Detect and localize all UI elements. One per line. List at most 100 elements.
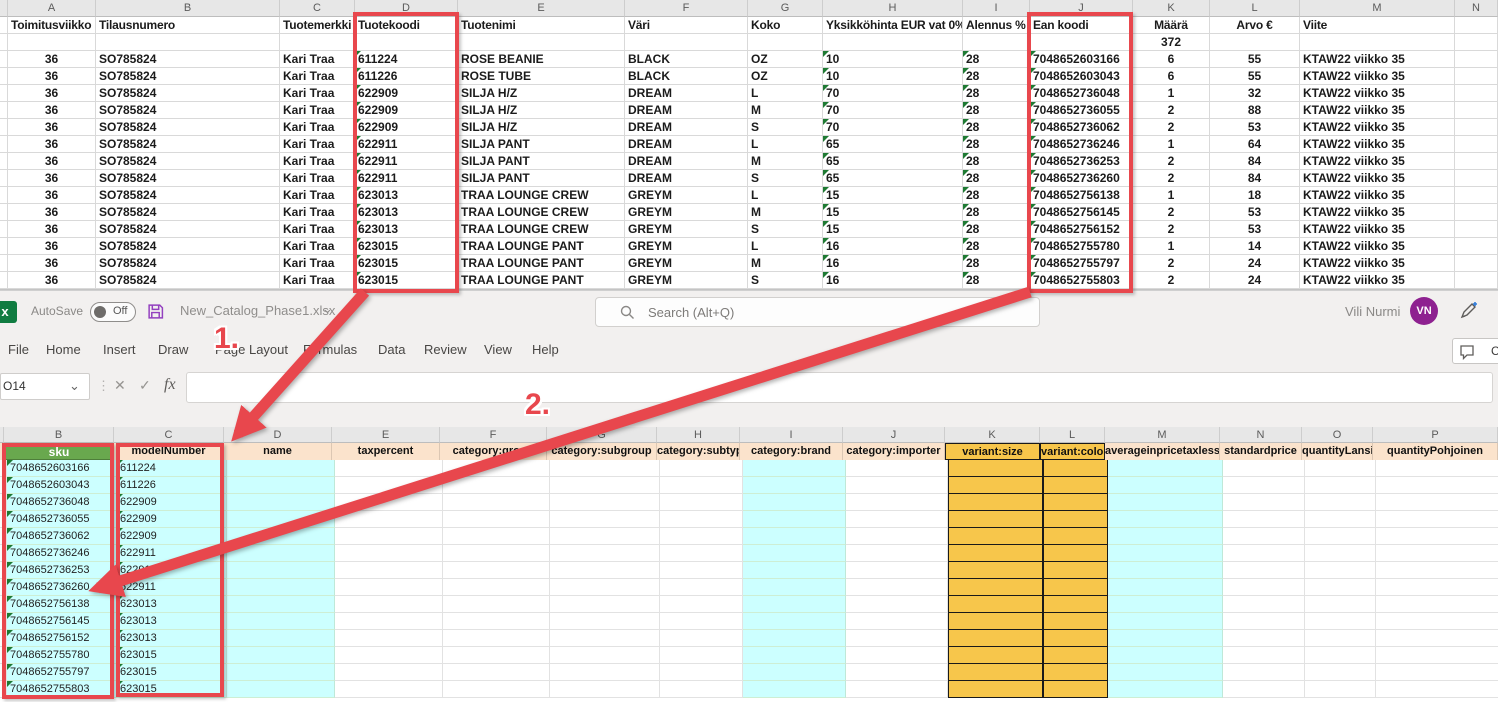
top-cell-G6[interactable]: L: [748, 85, 823, 102]
top-cell-I9[interactable]: 28: [963, 136, 1030, 153]
bottom-cell-O5[interactable]: [1305, 511, 1376, 528]
bottom-column-header-category-subgroup[interactable]: category:subgroup: [547, 443, 657, 460]
bottom-cell-P6[interactable]: [1376, 528, 1498, 545]
top-cell-J11[interactable]: 7048652736260: [1030, 170, 1133, 187]
top-cell-D17[interactable]: 623015: [355, 272, 458, 289]
top-column-header-Alennus %[interactable]: Alennus %: [963, 17, 1030, 34]
top-cell-K4[interactable]: 6: [1133, 51, 1210, 68]
bottom-cell[interactable]: [0, 494, 7, 511]
bottom-cell-G10[interactable]: [550, 596, 660, 613]
top-cell-B14[interactable]: SO785824: [96, 221, 280, 238]
top-cell-L14[interactable]: 53: [1210, 221, 1300, 238]
top-column-letter-J[interactable]: J: [1030, 0, 1133, 17]
bottom-cell-K4[interactable]: [948, 494, 1043, 511]
top-column-header-Tuotenimi[interactable]: Tuotenimi: [458, 17, 625, 34]
top-cell-N17[interactable]: [1455, 272, 1498, 289]
formula-input[interactable]: [186, 372, 1493, 403]
bottom-cell-O10[interactable]: [1305, 596, 1376, 613]
bottom-cell-I15[interactable]: [743, 681, 846, 698]
bottom-cell-N4[interactable]: [1223, 494, 1305, 511]
top-cell-G7[interactable]: M: [748, 102, 823, 119]
top-cell-C17[interactable]: Kari Traa: [280, 272, 355, 289]
bottom-cell-K9[interactable]: [948, 579, 1043, 596]
bottom-cell-L5[interactable]: [1043, 511, 1108, 528]
top-cell-D14[interactable]: 623013: [355, 221, 458, 238]
bottom-cell-H10[interactable]: [660, 596, 743, 613]
top-cell-N10[interactable]: [1455, 153, 1498, 170]
bottom-cell-P11[interactable]: [1376, 613, 1498, 630]
bottom-cell-O6[interactable]: [1305, 528, 1376, 545]
top-cell[interactable]: [0, 204, 8, 221]
bottom-cell-H3[interactable]: [660, 477, 743, 494]
top-cell-E4[interactable]: ROSE BEANIE: [458, 51, 625, 68]
bottom-cell-I7[interactable]: [743, 545, 846, 562]
top-cell-M9[interactable]: KTAW22 viikko 35: [1300, 136, 1455, 153]
menu-tab-draw[interactable]: Draw: [158, 342, 188, 357]
top-cell-N6[interactable]: [1455, 85, 1498, 102]
top-cell-K13[interactable]: 2: [1133, 204, 1210, 221]
bottom-cell-G7[interactable]: [550, 545, 660, 562]
top-cell-I6[interactable]: 28: [963, 85, 1030, 102]
bottom-cell-N5[interactable]: [1223, 511, 1305, 528]
bottom-cell-K15[interactable]: [948, 681, 1043, 698]
top-cell-H16[interactable]: 16: [823, 255, 963, 272]
bottom-cell-I8[interactable]: [743, 562, 846, 579]
top-cell-B7[interactable]: SO785824: [96, 102, 280, 119]
bottom-cell-F11[interactable]: [443, 613, 550, 630]
top-cell-G13[interactable]: M: [748, 204, 823, 221]
top-cell-L6[interactable]: 32: [1210, 85, 1300, 102]
top-cell-L17[interactable]: 24: [1210, 272, 1300, 289]
bottom-column-letter-M[interactable]: M: [1105, 427, 1220, 443]
bottom-cell-L12[interactable]: [1043, 630, 1108, 647]
top-column-header-Tilausnumero[interactable]: Tilausnumero: [96, 17, 280, 34]
bottom-cell-P9[interactable]: [1376, 579, 1498, 596]
bottom-column-header-variant-size[interactable]: variant:size: [945, 443, 1040, 460]
bottom-cell-D3[interactable]: [227, 477, 335, 494]
top-cell-L15[interactable]: 14: [1210, 238, 1300, 255]
top-cell-C12[interactable]: Kari Traa: [280, 187, 355, 204]
bottom-cell[interactable]: [0, 596, 7, 613]
bottom-cell-E2[interactable]: [335, 460, 443, 477]
bottom-cell-F8[interactable]: [443, 562, 550, 579]
bottom-cell-B12[interactable]: 7048652756152: [7, 630, 117, 647]
bottom-column-letter-B[interactable]: B: [4, 427, 114, 443]
top-column-letter-G[interactable]: G: [748, 0, 823, 17]
top-cell-J8[interactable]: 7048652736062: [1030, 119, 1133, 136]
bottom-column-header-name[interactable]: name: [224, 443, 332, 460]
bottom-cell[interactable]: [0, 664, 7, 681]
bottom-cell-C11[interactable]: 623013: [117, 613, 227, 630]
bottom-column-header-category-brand[interactable]: category:brand: [740, 443, 843, 460]
bottom-cell-M13[interactable]: [1108, 647, 1223, 664]
top-column-letter-A[interactable]: A: [8, 0, 96, 17]
top-cell-E5[interactable]: ROSE TUBE: [458, 68, 625, 85]
bottom-cell-F4[interactable]: [443, 494, 550, 511]
bottom-cell-H14[interactable]: [660, 664, 743, 681]
top-cell-E17[interactable]: TRAA LOUNGE PANT: [458, 272, 625, 289]
bottom-cell-M4[interactable]: [1108, 494, 1223, 511]
top-cell-H17[interactable]: 16: [823, 272, 963, 289]
bottom-column-header-standardprice[interactable]: standardprice: [1220, 443, 1302, 460]
bottom-cell-C6[interactable]: 622909: [117, 528, 227, 545]
top-cell-H7[interactable]: 70: [823, 102, 963, 119]
bottom-cell-H13[interactable]: [660, 647, 743, 664]
top-cell-K12[interactable]: 1: [1133, 187, 1210, 204]
search-input[interactable]: Search (Alt+Q): [595, 297, 1040, 327]
top-cell-G9[interactable]: L: [748, 136, 823, 153]
top-cell-F17[interactable]: GREYM: [625, 272, 748, 289]
top-cell-B16[interactable]: SO785824: [96, 255, 280, 272]
bottom-cell-E4[interactable]: [335, 494, 443, 511]
top-cell-F14[interactable]: GREYM: [625, 221, 748, 238]
bottom-cell-H15[interactable]: [660, 681, 743, 698]
bottom-cell[interactable]: [0, 460, 7, 477]
top-cell-H8[interactable]: 70: [823, 119, 963, 136]
top-cell-A16[interactable]: 36: [8, 255, 96, 272]
bottom-cell-J8[interactable]: [846, 562, 948, 579]
top-cell[interactable]: [0, 272, 8, 289]
bottom-cell-C7[interactable]: 622911: [117, 545, 227, 562]
bottom-column-letter-L[interactable]: L: [1040, 427, 1105, 443]
menu-tab-data[interactable]: Data: [378, 342, 405, 357]
top-cell-K17[interactable]: 2: [1133, 272, 1210, 289]
menu-tab-file[interactable]: File: [8, 342, 29, 357]
top-cell-A7[interactable]: 36: [8, 102, 96, 119]
top-cell[interactable]: [1300, 34, 1455, 51]
